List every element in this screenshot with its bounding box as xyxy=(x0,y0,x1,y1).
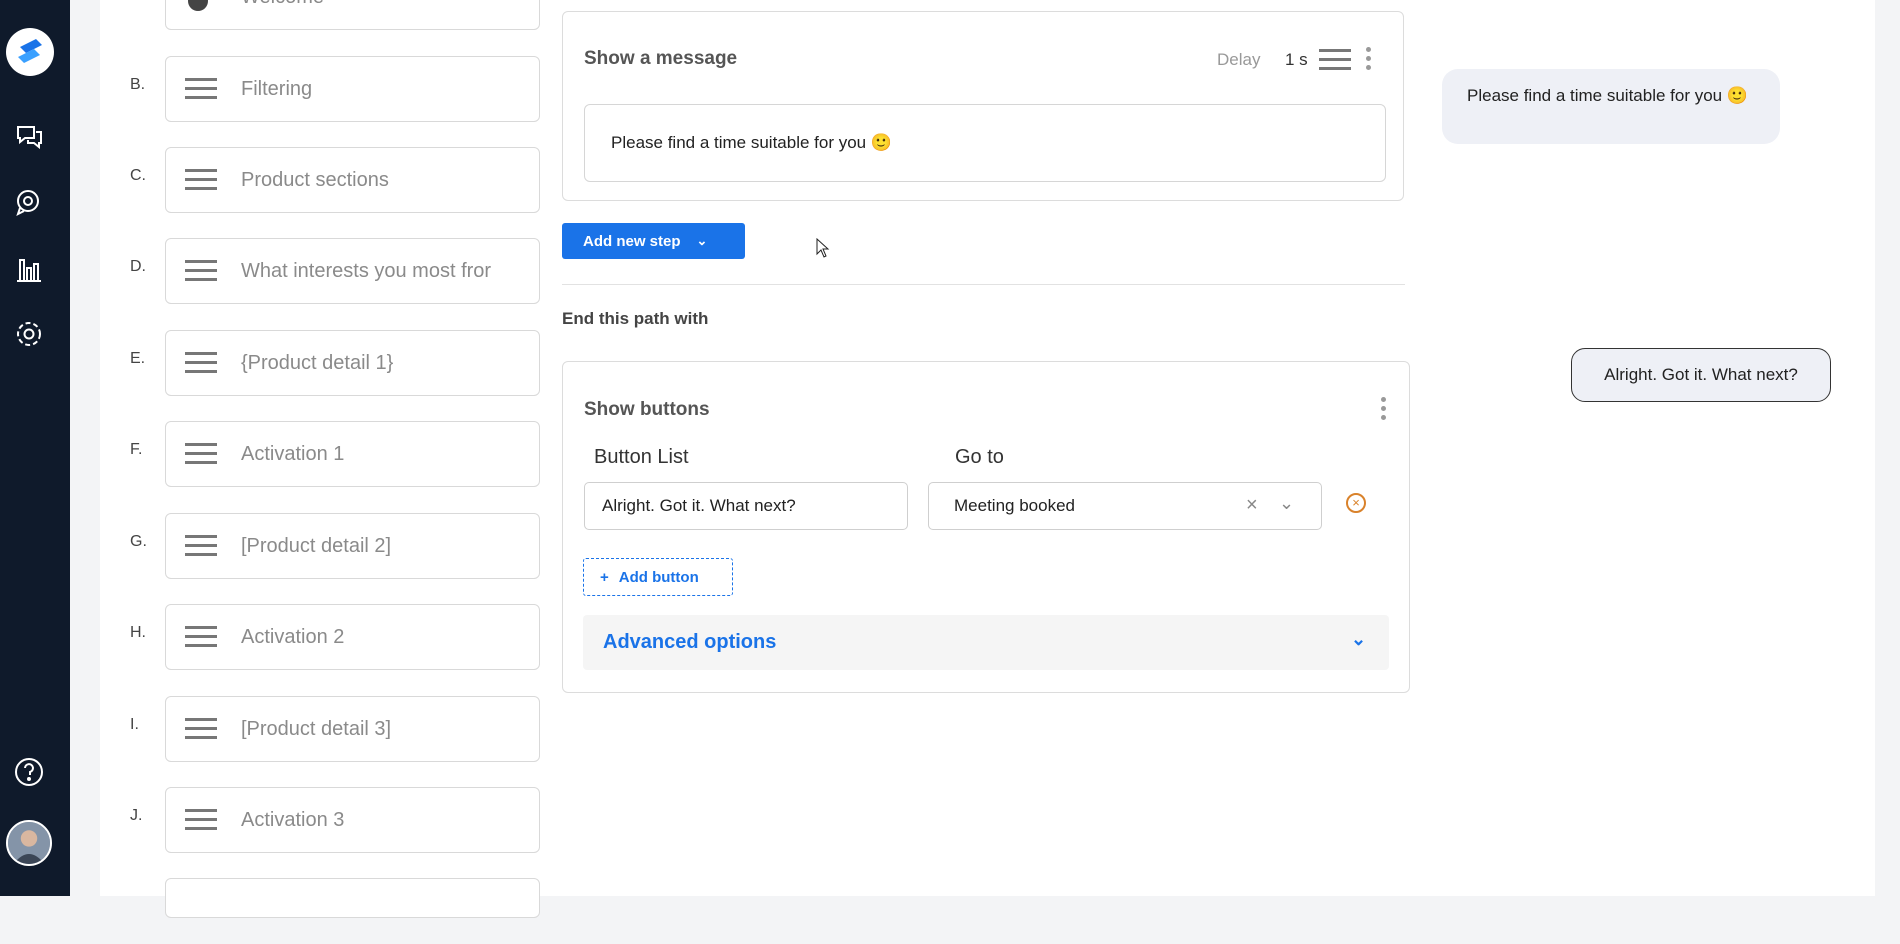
info-icon xyxy=(188,0,208,11)
step-label: [Product detail 3] xyxy=(241,718,392,740)
drag-handle-icon[interactable] xyxy=(185,718,217,739)
message-card: Show a message Delay 1 s Please find a t… xyxy=(562,11,1404,201)
add-button[interactable]: + Add button xyxy=(583,558,733,596)
step-label: [Product detail 2] xyxy=(241,535,392,557)
step-label: {Product detail 1} xyxy=(241,352,394,374)
analytics-icon[interactable] xyxy=(13,253,45,285)
advanced-options-toggle[interactable]: Advanced options ⌄ xyxy=(583,615,1389,670)
plus-icon: + xyxy=(600,568,609,586)
step-label: Activation 3 xyxy=(241,809,345,831)
add-new-step-label: Add new step xyxy=(583,232,681,250)
goto-value: Meeting booked xyxy=(954,496,1075,515)
message-text: Please find a time suitable for you 🙂 xyxy=(611,133,893,152)
step-label: What interests you most fror xyxy=(241,260,492,282)
step-label: Welcome xyxy=(241,0,531,9)
avatar-icon xyxy=(8,822,50,864)
logo-icon xyxy=(18,39,42,63)
delay-label: Delay xyxy=(1217,50,1261,69)
more-options-icon[interactable] xyxy=(1381,397,1387,420)
drag-handle-icon[interactable] xyxy=(185,809,217,830)
goto-header: Go to xyxy=(955,446,1004,468)
bot-message-text: Please find a time suitable for you 🙂 xyxy=(1467,86,1749,105)
drag-handle-icon[interactable] xyxy=(185,443,217,464)
conversations-icon[interactable] xyxy=(13,120,45,152)
chevron-down-icon[interactable]: ⌄ xyxy=(1279,493,1294,514)
step-letter: D. xyxy=(130,258,146,275)
step-label: Product sections xyxy=(241,169,389,191)
add-button-label: Add button xyxy=(618,568,699,586)
card-title: Show buttons xyxy=(584,399,710,420)
buttons-card: Show buttons Button List Go to Alright. … xyxy=(562,361,1410,693)
drag-handle-icon[interactable] xyxy=(185,626,217,647)
end-path-label: End this path with xyxy=(562,309,709,328)
step-label: Filtering xyxy=(241,78,313,100)
step-letter: C. xyxy=(130,167,146,184)
step-letter: G. xyxy=(130,533,147,550)
menu-icon[interactable] xyxy=(1319,49,1351,70)
step-label: Activation 1 xyxy=(241,443,345,465)
advanced-options-label: Advanced options xyxy=(603,631,777,653)
more-options-icon[interactable] xyxy=(1366,47,1372,70)
button-text-input[interactable]: Alright. Got it. What next? xyxy=(584,482,908,530)
help-icon[interactable] xyxy=(13,756,45,788)
step-letter: J. xyxy=(130,807,143,824)
message-input[interactable]: Please find a time suitable for you 🙂 xyxy=(584,104,1386,182)
remove-button-icon[interactable]: × xyxy=(1346,493,1366,513)
goto-select[interactable]: Meeting booked × ⌄ xyxy=(928,482,1322,530)
chat-search-icon[interactable] xyxy=(13,187,45,219)
settings-icon[interactable] xyxy=(13,318,45,350)
step-letter: A. xyxy=(130,0,145,2)
drag-handle-icon[interactable] xyxy=(185,78,217,99)
button-list-header: Button List xyxy=(594,446,689,468)
step-letter: H. xyxy=(130,624,146,641)
drag-handle-icon[interactable] xyxy=(185,352,217,373)
drag-handle-icon[interactable] xyxy=(185,260,217,281)
step-letter: B. xyxy=(130,76,146,93)
main-panel: A. Welcome B. Filtering C. Product secti… xyxy=(100,0,1875,918)
button-text-value: Alright. Got it. What next? xyxy=(602,496,796,515)
delay-value[interactable]: 1 s xyxy=(1285,50,1308,70)
preview-option-label: Alright. Got it. What next? xyxy=(1604,365,1798,384)
chevron-down-icon: ⌄ xyxy=(1351,629,1367,649)
drag-handle-icon[interactable] xyxy=(185,535,217,556)
sidebar xyxy=(0,0,70,896)
add-new-step-button[interactable]: Add new step ⌄ xyxy=(562,223,745,259)
drag-handle-icon[interactable] xyxy=(185,169,217,190)
step-label: Activation 2 xyxy=(241,626,345,648)
bot-message-bubble: Please find a time suitable for you 🙂 xyxy=(1442,69,1780,144)
chevron-down-icon: ⌄ xyxy=(696,233,708,248)
preview-option-button[interactable]: Alright. Got it. What next? xyxy=(1571,348,1831,402)
step-letter: E. xyxy=(130,350,146,367)
step-letter: I. xyxy=(130,716,139,733)
mouse-cursor-icon xyxy=(816,237,830,263)
app-logo[interactable] xyxy=(6,28,54,76)
card-title: Show a message xyxy=(584,48,738,69)
avatar[interactable] xyxy=(6,820,52,866)
clear-icon[interactable]: × xyxy=(1246,494,1258,517)
step-letter: F. xyxy=(130,441,143,458)
divider xyxy=(562,284,1405,285)
